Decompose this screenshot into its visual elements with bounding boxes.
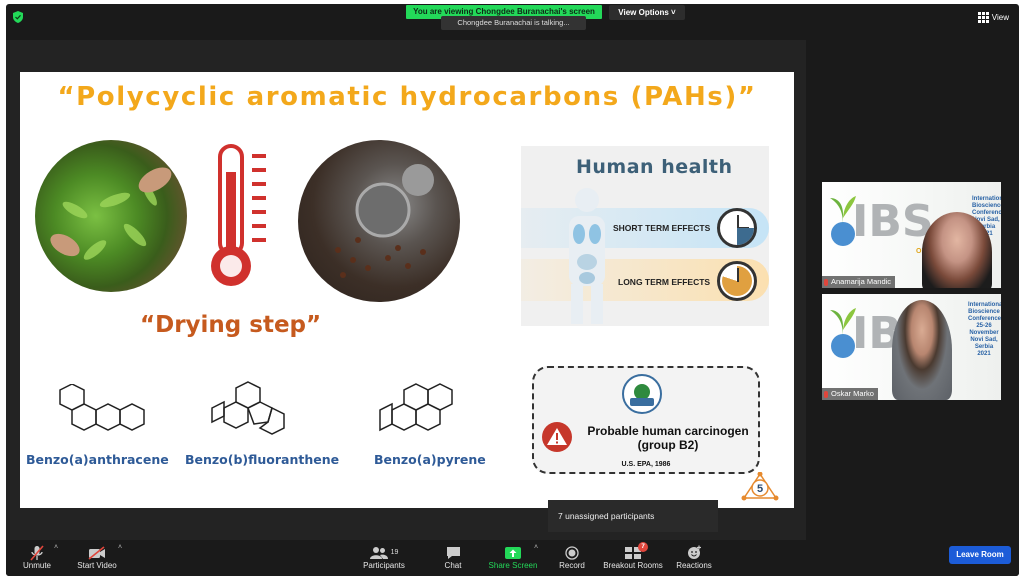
chat-label: Chat — [444, 561, 462, 570]
participants-icon: 19 — [358, 544, 410, 561]
share-screen-button[interactable]: Share Screen — [488, 544, 538, 570]
view-button[interactable]: View — [977, 12, 1009, 23]
benzo-a-anthracene-structure — [59, 384, 145, 431]
video-options-caret[interactable]: ˄ — [118, 544, 122, 551]
molecule-label: Benzo(a)anthracene — [26, 452, 169, 467]
chevron-down-icon: ˅ — [671, 8, 676, 17]
benzo-a-pyrene-structure — [379, 383, 453, 432]
presentation-slide: “Polycyclic aromatic hydrocarbons (PAHs)… — [20, 72, 794, 508]
grid-view-icon — [977, 12, 989, 23]
top-bar: You are viewing Chongdee Buranachai's sc… — [6, 4, 1019, 30]
conference-dates: 25-26 November — [969, 323, 999, 336]
chat-icon — [438, 544, 468, 561]
participants-button[interactable]: 19 Participants — [358, 544, 410, 570]
human-health-title: Human health — [576, 156, 733, 178]
video-off-icon — [74, 544, 120, 561]
page-number-text: 5 — [757, 483, 763, 495]
muted-mic-icon — [824, 278, 828, 286]
epa-citation: U.S. EPA, 1986 — [621, 461, 671, 468]
human-health-panel: Human health SHORT TERM EFFECTS LONG TER… — [521, 146, 769, 326]
conference-label: International Bioscience Conference 25-2… — [968, 302, 1001, 358]
short-term-clock-icon — [717, 208, 757, 248]
tea-leaves-photo — [35, 140, 187, 292]
participant-tile[interactable]: IBS International Bioscience Conference … — [822, 182, 1001, 288]
muted-mic-icon — [824, 390, 828, 398]
carcinogen-classification: Probable human carcinogen (group B2) — [587, 424, 749, 452]
reactions-label: Reactions — [676, 561, 712, 570]
thermometer-icon — [211, 144, 266, 286]
breakout-rooms-label: Breakout Rooms — [603, 561, 663, 570]
tea-infuser-photo — [298, 140, 460, 302]
participant-name-tag: Anamarija Mandic — [822, 276, 896, 288]
slide-page-number: 5 — [740, 471, 780, 504]
start-video-button[interactable]: Start Video — [74, 544, 120, 570]
meeting-toolbar: Unmute ˄ Start Video ˄ 19 Participants C… — [6, 540, 1019, 576]
view-options-button[interactable]: View Options ˅ — [609, 5, 685, 20]
record-label: Record — [559, 561, 585, 570]
breakout-count-badge: 7 — [638, 542, 648, 552]
epa-classification-box: Probable human carcinogen (group B2) U.S… — [532, 366, 760, 474]
record-button[interactable]: Record — [554, 544, 590, 570]
leave-room-button[interactable]: Leave Room — [949, 546, 1011, 564]
audio-options-caret[interactable]: ˄ — [54, 544, 58, 551]
short-term-label: SHORT TERM EFFECTS — [613, 223, 711, 233]
breakout-rooms-button[interactable]: 7 Breakout Rooms — [602, 542, 664, 570]
shield-icon[interactable] — [13, 11, 23, 23]
unmute-label: Unmute — [22, 561, 51, 570]
participant-video — [892, 300, 952, 400]
share-options-caret[interactable]: ˄ — [534, 544, 538, 551]
smiley-plus-icon — [674, 544, 714, 561]
human-body-icon — [569, 188, 605, 324]
participant-name: Oskar Marko — [831, 389, 874, 398]
molecule-label: Benzo(b)fluoranthene — [185, 452, 340, 467]
start-video-label: Start Video — [77, 561, 117, 570]
participant-name: Anamarija Mandic — [831, 277, 892, 286]
participant-video — [922, 212, 992, 288]
participants-count: 19 — [390, 549, 399, 556]
unassigned-participants-notice[interactable]: 7 unassigned participants — [548, 500, 718, 532]
share-screen-label: Share Screen — [488, 561, 538, 570]
breakout-rooms-icon: 7 — [602, 542, 664, 561]
conference-year: 2021 — [977, 351, 991, 357]
conference-place: Novi Sad, Serbia — [970, 337, 998, 350]
view-label: View — [991, 13, 1009, 22]
participant-name-tag: Oskar Marko — [822, 388, 878, 400]
benzo-b-fluoranthene-structure — [211, 381, 285, 435]
ibs-logo-text: IBS — [852, 196, 934, 247]
shared-screen: “Polycyclic aromatic hydrocarbons (PAHs)… — [6, 40, 806, 540]
conference-name: International Bioscience Conference — [968, 302, 1001, 322]
record-icon — [554, 544, 590, 561]
warning-icon — [542, 422, 572, 452]
epa-seal-icon — [622, 374, 662, 414]
share-screen-icon — [488, 544, 538, 561]
participants-label: Participants — [363, 561, 405, 570]
long-term-label: LONG TERM EFFECTS — [618, 277, 711, 287]
view-options-label: View Options — [618, 8, 669, 17]
molecule-label: Benzo(a)pyrene — [374, 452, 486, 467]
slide-title: “Polycyclic aromatic hydrocarbons (PAHs)… — [57, 82, 757, 112]
conference-name: International Bioscience Conference — [972, 196, 1001, 216]
zoom-window: You are viewing Chongdee Buranachai's sc… — [6, 4, 1019, 576]
muted-microphone-icon — [18, 544, 56, 561]
chat-button[interactable]: Chat — [438, 544, 468, 570]
active-speaker-label: Chongdee Buranachai is talking... — [441, 16, 586, 30]
participant-tile[interactable]: IBS International Bioscience Conference … — [822, 294, 1001, 400]
drying-step-label: “Drying step” — [140, 312, 322, 338]
unmute-button[interactable]: Unmute — [18, 544, 56, 570]
long-term-clock-icon — [717, 261, 757, 301]
reactions-button[interactable]: Reactions — [674, 544, 714, 570]
